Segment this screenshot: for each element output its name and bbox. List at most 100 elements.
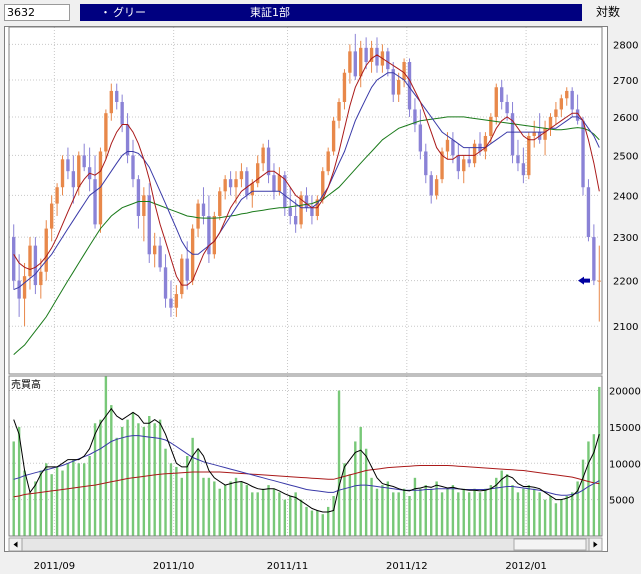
volume-bar [186,456,189,536]
volume-bars [12,376,601,536]
date-tick-2011-09: 2011/09 [34,561,76,572]
volume-bar [419,488,422,536]
volume-bar [560,499,563,536]
candle [500,79,504,110]
volume-bar [598,386,601,536]
price-tick-2600: 2600 [613,113,638,124]
candle-body [131,155,135,180]
volume-bar [549,496,552,536]
candle [418,109,423,160]
candle [310,195,314,225]
candle-body [218,191,222,216]
candle [158,237,162,272]
candle-body [565,90,569,99]
candle [44,220,48,281]
candle-body [521,163,526,176]
candle [163,254,168,308]
candle [342,69,347,110]
scroll-right-button[interactable] [588,537,603,552]
candle [256,155,260,188]
volume-bar [240,481,243,536]
candle-body [60,159,65,188]
candle-body [12,237,16,281]
candle [462,155,466,184]
candle-body [115,90,119,102]
volume-tick-20000: 20000 [609,387,641,398]
volume-bar [164,448,167,536]
volume-bar [207,477,211,536]
volume-bar [223,485,227,536]
candle-body [245,171,249,196]
volume-bar [229,481,232,536]
candle-body [196,203,200,229]
volume-bar [45,463,48,536]
volume-axis-ticks: 20000 15000 10000 5000 [609,387,641,507]
volume-bar [283,499,287,536]
volume-bar [93,423,97,536]
volume-bar [435,481,438,536]
volume-bar [392,492,395,536]
candle [261,143,265,172]
volume-bar [110,405,113,536]
volume-bar [516,492,520,536]
volume-bar [251,492,254,536]
candle-body [71,171,76,188]
candle-body [396,79,401,95]
volume-bar [115,437,118,536]
volume-bar [267,485,270,536]
volume-tick-15000: 15000 [609,423,641,434]
volume-bar [359,426,362,536]
price-tick-2500: 2500 [613,151,638,162]
volume-panel-label: 売買高 [11,378,41,391]
volume-bar [153,423,156,536]
volume-bar [511,485,514,536]
candle-body [424,151,428,176]
candle [554,101,558,125]
candle [87,147,92,192]
horizontal-scrollbar[interactable] [8,537,603,552]
candle [597,245,601,322]
candle [223,175,227,200]
candle [575,94,580,125]
volume-bar [570,492,574,536]
candle-body [158,245,162,268]
volume-bar [202,477,205,536]
date-axis-ticks: 2011/09 2011/10 2011/11 2011/12 2012/01 [34,561,547,572]
volume-bar [28,492,32,536]
candle-body [472,143,477,164]
volume-bar [484,488,487,536]
scroll-left-button[interactable] [8,537,23,552]
candle-body [125,124,130,156]
scroll-thumb[interactable] [513,538,587,551]
candle [239,163,244,188]
candle-body [342,72,347,102]
volume-bar [294,492,297,536]
candle [201,187,206,225]
candle-body [104,113,108,152]
candle-body [592,237,596,281]
volume-bar [581,459,585,536]
candle-body [93,179,97,225]
candle-body [462,159,466,172]
volume-bar [261,488,265,536]
candle [49,195,54,242]
candle-body [261,147,265,164]
volume-tick-10000: 10000 [609,459,641,470]
candle [353,33,357,80]
volume-bar [397,492,400,536]
candle-body [201,203,206,216]
candle [109,83,113,121]
volume-bar [180,477,183,536]
candle [174,285,179,317]
volume-bar [381,485,384,536]
volume-bar [370,477,373,536]
candle [494,83,498,125]
candle-body [277,175,282,192]
volume-bar [175,466,178,536]
volume-bar [256,492,259,536]
candle-body [500,87,504,102]
volume-bar [245,485,249,536]
candle [543,120,547,156]
candle [592,224,596,286]
candle-body [429,175,433,196]
